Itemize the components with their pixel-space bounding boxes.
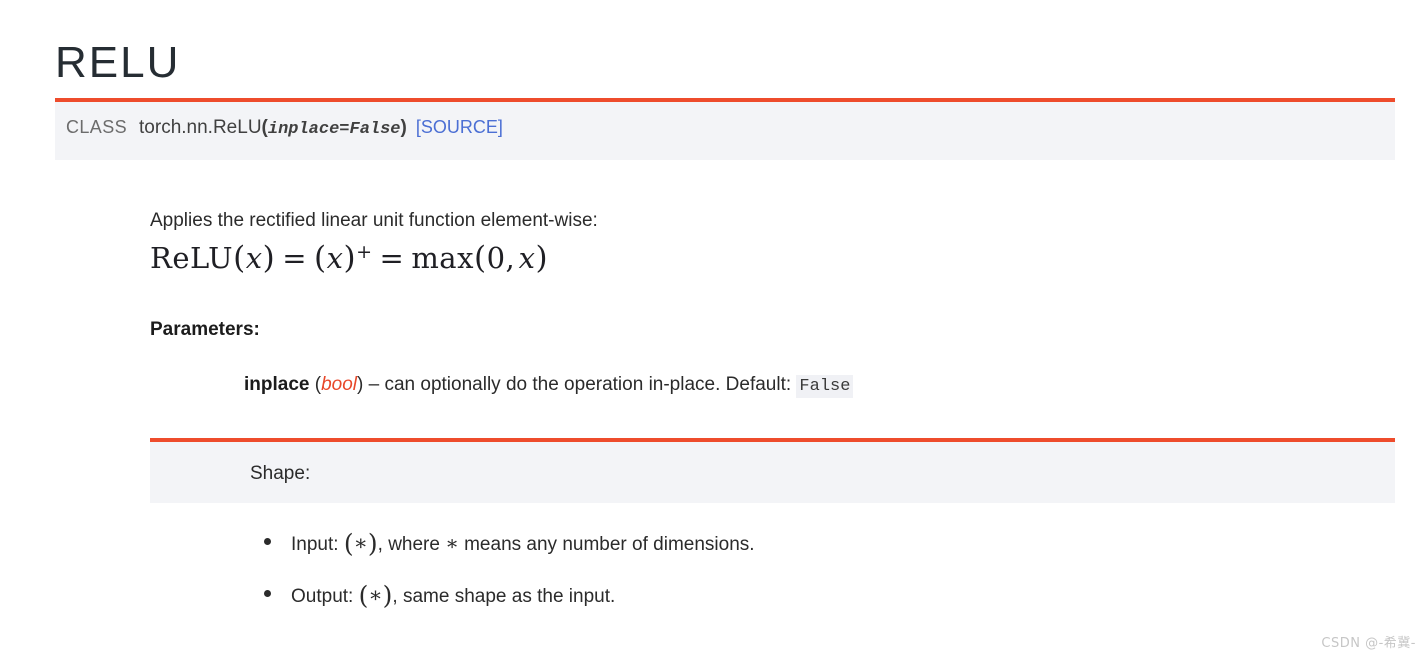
formula-rhs-variable: x bbox=[518, 241, 536, 275]
class-path-label: torch.nn.ReLU bbox=[139, 117, 262, 138]
formula-rhs-paren-open: ( bbox=[473, 240, 487, 276]
formula-lhs-name: ReLU bbox=[150, 241, 234, 275]
class-keyword-label: CLASS bbox=[66, 117, 128, 137]
shape-item-math: (∗) bbox=[343, 529, 378, 558]
formula-lhs-variable: x bbox=[245, 241, 263, 275]
formula-superscript-plus: + bbox=[356, 241, 373, 263]
source-link[interactable]: [SOURCE] bbox=[416, 117, 503, 137]
list-item: Input: (∗), where ∗ means any number of … bbox=[262, 528, 755, 561]
shape-paren-open: ( bbox=[358, 580, 369, 610]
class-signature-block: CLASS torch.nn.ReLU(inplace=False) [SOURCE… bbox=[55, 98, 1395, 160]
parameter-type-paren-close: ) bbox=[357, 374, 364, 395]
shape-star-symbol: ∗ bbox=[353, 531, 368, 555]
shape-item-rest-a: , same shape as the input. bbox=[392, 585, 616, 607]
list-item: Output: (∗), same shape as the input. bbox=[262, 580, 755, 613]
shape-item-rest-a: , where bbox=[377, 534, 440, 555]
shape-item-math: (∗) bbox=[358, 580, 393, 610]
parameter-default-value: False bbox=[796, 375, 854, 398]
class-signature-line: CLASS torch.nn.ReLU(inplace=False) [SOURCE… bbox=[55, 102, 1395, 138]
document-page: RELU CLASS torch.nn.ReLU(inplace=False) [S… bbox=[0, 0, 1428, 659]
shape-item-label: Input: bbox=[291, 534, 339, 555]
shape-paren-close: ) bbox=[367, 529, 378, 558]
formula-equals-2: = bbox=[379, 241, 405, 275]
formula-max-function: max bbox=[411, 241, 474, 275]
shape-section-block: Shape: bbox=[150, 438, 1395, 503]
parameters-heading: Parameters: bbox=[150, 319, 260, 340]
csdn-watermark: CSDN @-希冀- bbox=[1321, 636, 1416, 651]
formula-mid-variable: x bbox=[326, 241, 344, 275]
formula-lhs-paren-open: ( bbox=[233, 240, 246, 276]
shape-heading: Shape: bbox=[250, 463, 311, 484]
parameter-row-inplace: inplace (bool) – can optionally do the o… bbox=[244, 372, 854, 399]
shape-inline-star: ∗ bbox=[445, 531, 459, 555]
page-title: RELU bbox=[55, 38, 181, 88]
parameter-type-group: (bool) bbox=[315, 374, 364, 395]
signature-paren-close: ) bbox=[400, 117, 407, 138]
shape-star-symbol: ∗ bbox=[368, 582, 383, 607]
shape-item-label: Output: bbox=[291, 585, 354, 607]
formula-mid-paren-close: ) bbox=[343, 240, 357, 276]
parameter-name: inplace bbox=[244, 374, 310, 395]
formula-mid-paren-open: ( bbox=[314, 240, 327, 276]
parameter-description: can optionally do the operation in-place… bbox=[384, 374, 792, 395]
parameter-type: bool bbox=[321, 374, 358, 395]
shape-paren-close: ) bbox=[382, 580, 393, 610]
description-text: Applies the rectified linear unit functi… bbox=[150, 210, 598, 231]
formula-rhs-paren-close: ) bbox=[535, 240, 549, 276]
parameter-separator: – bbox=[368, 374, 380, 395]
relu-formula: ReLU(x) = (x)+ = max(0, x) bbox=[150, 240, 548, 276]
signature-argument: inplace=False bbox=[267, 120, 401, 139]
formula-lhs-paren-close: ) bbox=[262, 240, 276, 276]
shape-paren-open: ( bbox=[343, 529, 354, 558]
shape-list: Input: (∗), where ∗ means any number of … bbox=[262, 528, 755, 631]
formula-equals-1: = bbox=[282, 241, 307, 275]
shape-item-rest-b: means any number of dimensions. bbox=[464, 534, 755, 555]
formula-rhs-zero: 0, bbox=[486, 241, 516, 275]
